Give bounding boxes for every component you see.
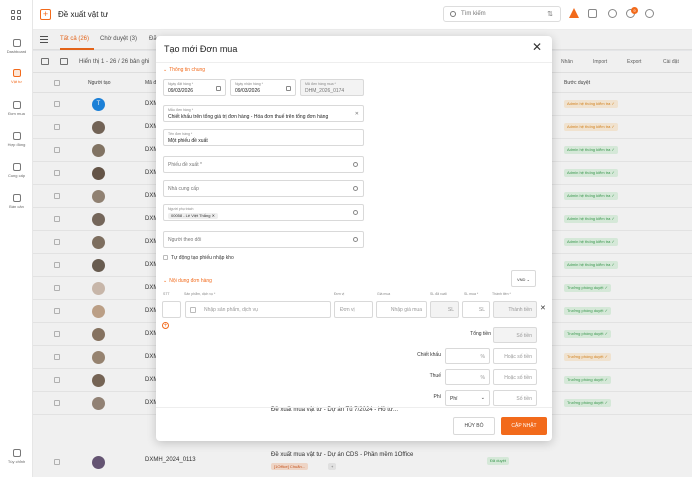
section-general-info[interactable]: Thông tin chung <box>163 67 205 73</box>
column-qty-ordered: SL đã xuất <box>430 292 447 296</box>
line-stt-cell <box>162 301 181 318</box>
order-code-field: Mã đơn hàng mua * DHM_2026_0174 <box>300 79 364 96</box>
calendar-icon <box>216 86 221 91</box>
dialog-title: Tạo mới Đơn mua <box>164 44 238 54</box>
column-product: Sản phẩm, dịch vụ * <box>184 292 216 296</box>
discount-percent-input[interactable]: % <box>445 348 490 364</box>
total-amount: Số tiền <box>493 327 537 343</box>
tax-amount-input[interactable]: Hoặc số tiền <box>493 369 537 385</box>
settings-icon <box>12 449 21 457</box>
unit-input[interactable]: Đơn vị <box>334 301 373 318</box>
fee-label: Phí <box>433 394 441 400</box>
section-order-content[interactable]: Nội dung đơn hàng <box>163 278 212 284</box>
brand-logo-icon <box>569 8 579 18</box>
order-name-field[interactable]: Tên đơn hàng * Một phiếu đề xuất <box>163 129 364 146</box>
dashboard-icon <box>12 39 21 47</box>
scale-icon <box>12 194 21 202</box>
contract-icon <box>12 132 21 140</box>
fee-type-select[interactable]: Phí ⌄ <box>445 390 490 406</box>
box-icon <box>12 69 21 77</box>
auto-receipt-checkbox[interactable]: Tự động tạo phiếu nhập kho <box>163 255 234 261</box>
product-checkbox[interactable] <box>190 307 196 313</box>
price-input[interactable]: Nhập giá mua <box>376 301 427 318</box>
column-amount: Thành tiền * <box>492 292 511 296</box>
add-line-button[interactable]: + <box>162 322 169 329</box>
qty-ordered-input: SL <box>430 301 459 318</box>
cart-icon <box>12 101 21 109</box>
qty-buy-input[interactable]: SL <box>462 301 490 318</box>
tax-percent-input[interactable]: % <box>445 369 490 385</box>
chevron-down-icon: ⌄ <box>480 395 485 401</box>
notification-badge: 9 <box>631 7 638 14</box>
close-icon[interactable]: ✕ <box>532 41 542 53</box>
info-icon[interactable] <box>608 9 617 18</box>
create-purchase-order-dialog: Tạo mới Đơn mua ✕ Thông tin chung Ngày đ… <box>156 36 552 441</box>
sort-icon[interactable]: ⇅ <box>547 10 553 18</box>
fee-amount-input[interactable]: Số tiền <box>493 390 537 406</box>
total-label: Tổng tiền <box>470 331 491 337</box>
rail-item-hop-dong[interactable]: Hợp đồng <box>0 132 33 147</box>
footer-divider <box>156 407 552 408</box>
column-stt: STT <box>163 292 170 296</box>
discount-label: Chiết khấu <box>417 352 441 358</box>
owner-chip[interactable]: 00058 - Lê Việt Thắng ✕ <box>168 213 218 219</box>
clear-icon[interactable]: ✕ <box>355 111 359 117</box>
search-icon <box>353 162 358 167</box>
search-input[interactable]: Tìm kiếm ⇅ <box>443 6 561 22</box>
add-button[interactable]: + <box>40 9 51 20</box>
column-unit: Đơn vị <box>334 292 345 296</box>
discount-amount-input[interactable]: Hoặc số tiền <box>493 348 537 364</box>
truck-icon <box>12 163 21 171</box>
amount-input: Thành tiền <box>493 301 537 318</box>
tax-label: Thuế <box>429 373 441 379</box>
bookmark-icon[interactable] <box>588 9 597 18</box>
product-input[interactable]: Nhập sản phẩm, dịch vụ <box>185 301 331 318</box>
calendar-icon <box>286 86 291 91</box>
save-button[interactable]: CẬP NHẬT <box>501 417 547 435</box>
order-date-field[interactable]: Ngày đặt hàng * 09/03/2026 <box>163 79 226 96</box>
apps-grid-icon[interactable] <box>11 10 22 21</box>
top-bar: + Đề xuất vật tư Tìm kiếm ⇅ 9 <box>33 0 692 30</box>
dialog-divider <box>156 62 552 63</box>
page-title: Đề xuất vật tư <box>58 10 109 19</box>
proposal-select[interactable]: Phiếu đề xuất * <box>163 156 364 173</box>
rail-item-ban-can[interactable]: Bán cân <box>0 194 33 209</box>
rail-item-customize[interactable]: Tùy chỉnh <box>0 449 33 464</box>
rail-item-vat-tu[interactable]: Vật tư <box>0 69 33 84</box>
search-icon <box>353 210 358 215</box>
currency-select[interactable]: VND ⌄ <box>511 270 536 287</box>
receive-date-field[interactable]: Ngày nhận hàng * 09/03/2026 <box>230 79 296 96</box>
rail-item-dashboard[interactable]: Dashboard <box>0 39 33 54</box>
search-icon <box>353 186 358 191</box>
column-price: Giá mua <box>377 292 391 296</box>
search-icon <box>450 11 456 17</box>
search-icon <box>353 237 358 242</box>
supplier-select[interactable]: Nhà cung cấp <box>163 180 364 197</box>
rail-item-don-mua[interactable]: Đơn mua <box>0 101 33 116</box>
order-template-select[interactable]: Mẫu đơn hàng * Chiết khấu trên tổng giá … <box>163 105 364 122</box>
owner-select[interactable]: Người phụ trách 00058 - Lê Việt Thắng ✕ <box>163 204 364 221</box>
follower-select[interactable]: Người theo dõi <box>163 231 364 248</box>
bell-icon[interactable] <box>645 9 654 18</box>
left-rail: Dashboard Vật tư Đơn mua Hợp đồng Cung c… <box>0 0 33 477</box>
cancel-button[interactable]: HỦY BỎ <box>453 417 495 435</box>
remove-line-icon[interactable]: ✕ <box>540 304 546 312</box>
rail-item-cung-cap[interactable]: Cung cấp <box>0 163 33 178</box>
column-qty-buy: SL mua * <box>464 292 479 296</box>
